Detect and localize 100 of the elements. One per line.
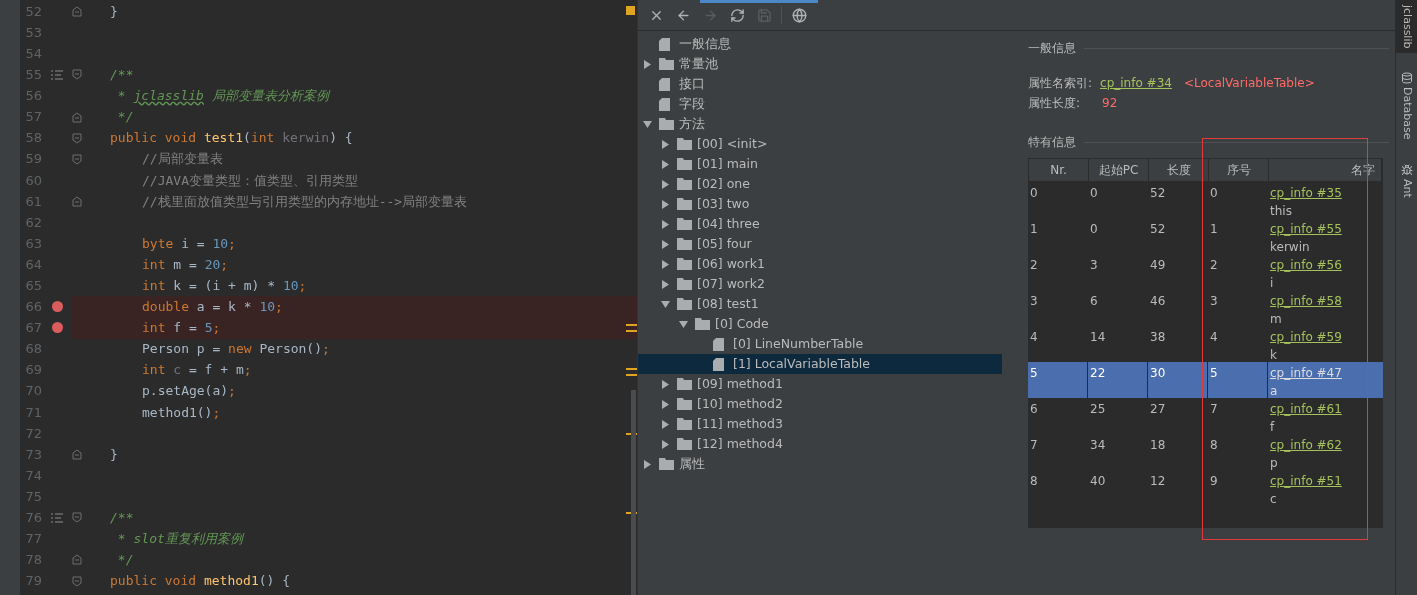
tree-item[interactable]: [03] two [638, 194, 1002, 214]
tree-item[interactable]: [04] three [638, 214, 1002, 234]
line-number: 58 [24, 129, 42, 148]
tree-item[interactable]: 一般信息 [638, 34, 1002, 54]
constant-pool-link[interactable]: cp_info #59 [1270, 328, 1342, 346]
caret-right-icon[interactable] [661, 239, 670, 249]
tree-item[interactable]: [08] test1 [638, 294, 1002, 314]
folder-icon [677, 158, 692, 170]
line-number: 60 [24, 171, 42, 190]
constant-pool-link[interactable]: cp_info #51 [1270, 472, 1342, 490]
fold-icon[interactable] [72, 69, 82, 81]
tree-item[interactable]: [01] main [638, 154, 1002, 174]
tree-item[interactable]: [09] method1 [638, 374, 1002, 394]
table-row[interactable]: 8 40 12 9 cp_info #51 c [1028, 470, 1383, 506]
column-header[interactable]: 长度 [1149, 159, 1209, 181]
variable-name: p [1270, 455, 1278, 472]
line-number: 77 [24, 530, 42, 549]
tree-item[interactable]: 接口 [638, 74, 1002, 94]
constant-pool-link[interactable]: cp_info #56 [1270, 256, 1342, 274]
line-number: 69 [24, 361, 42, 380]
table-row[interactable]: 0 0 52 0 cp_info #35 this [1028, 182, 1383, 218]
fold-icon[interactable] [72, 554, 82, 566]
tree-item[interactable]: [02] one [638, 174, 1002, 194]
breakpoint-icon[interactable] [51, 301, 63, 313]
line-number: 76 [24, 509, 42, 528]
tree-item[interactable]: [00] <init> [638, 134, 1002, 154]
caret-right-icon[interactable] [661, 439, 670, 449]
line-number: 65 [24, 277, 42, 295]
caret-right-icon[interactable] [661, 259, 670, 269]
tree-item[interactable]: [07] work2 [638, 274, 1002, 294]
caret-right-icon[interactable] [661, 179, 670, 189]
fold-icon[interactable] [72, 575, 82, 587]
line-number: 56 [24, 87, 42, 106]
tool-window-tab[interactable]: jclasslib [1396, 0, 1417, 54]
table-row[interactable]: 1 0 52 1 cp_info #55 kerwin [1028, 218, 1383, 254]
tree-item[interactable]: [06] work1 [638, 254, 1002, 274]
tree-item[interactable]: [10] method2 [638, 394, 1002, 414]
column-header[interactable]: 序号 [1209, 159, 1269, 181]
table-row[interactable]: 7 34 18 8 cp_info #62 p [1028, 434, 1383, 470]
code-line: int k = (i + m) * 10; [142, 277, 307, 295]
fold-icon[interactable] [72, 195, 82, 207]
variable-name: i [1270, 275, 1274, 292]
tool-window-tab[interactable]: Ant [1396, 158, 1417, 203]
caret-right-icon[interactable] [661, 419, 670, 429]
caret-right-icon[interactable] [661, 139, 670, 149]
constant-pool-link[interactable]: cp_info #61 [1270, 400, 1342, 418]
caret-right-icon[interactable] [661, 159, 670, 169]
tree-item[interactable]: 属性 [638, 454, 1002, 474]
table-cell: 46 [1150, 294, 1166, 308]
tree-item[interactable]: [1] LocalVariableTable [638, 354, 1002, 374]
constant-pool-link[interactable]: cp_info #34 [1100, 74, 1172, 92]
tree-item[interactable]: 字段 [638, 94, 1002, 114]
file-icon [659, 37, 670, 51]
tree-item[interactable]: 方法 [638, 114, 1002, 134]
caret-down-icon[interactable] [661, 299, 670, 309]
column-header[interactable]: Nr. [1029, 159, 1089, 181]
constant-pool-link[interactable]: cp_info #55 [1270, 220, 1342, 238]
tree-item[interactable]: [12] method4 [638, 434, 1002, 454]
caret-right-icon[interactable] [661, 379, 670, 389]
tree-item[interactable]: [11] method3 [638, 414, 1002, 434]
constant-pool-link[interactable]: cp_info #62 [1270, 436, 1342, 454]
tree-item[interactable]: [0] Code [638, 314, 1002, 334]
table-cell: 5 [1210, 366, 1218, 380]
folder-icon [677, 138, 692, 150]
table-row[interactable]: 2 3 49 2 cp_info #56 i [1028, 254, 1383, 290]
caret-down-icon[interactable] [679, 319, 688, 329]
table-row[interactable]: 5 22 30 5 cp_info #47 a [1028, 362, 1383, 398]
table-cell: 3 [1210, 294, 1218, 308]
line-number: 55 [24, 66, 42, 85]
caret-right-icon[interactable] [643, 59, 652, 69]
fold-icon[interactable] [72, 449, 82, 460]
tree-item[interactable]: 常量池 [638, 54, 1002, 74]
table-cell: 9 [1210, 474, 1218, 488]
code-line: * slot重复利用案例 [116, 530, 243, 549]
caret-right-icon[interactable] [661, 199, 670, 209]
fold-icon[interactable] [72, 111, 82, 123]
fold-icon[interactable] [72, 512, 82, 524]
tree-item[interactable]: [05] four [638, 234, 1002, 254]
tool-window-tab[interactable]: Database [1396, 67, 1417, 145]
caret-right-icon[interactable] [661, 399, 670, 409]
code-line: public void test1(int kerwin) { [110, 129, 353, 148]
fold-icon[interactable] [72, 132, 82, 144]
constant-pool-link[interactable]: cp_info #35 [1270, 184, 1342, 202]
fold-icon[interactable] [72, 6, 82, 18]
tree-item[interactable]: [0] LineNumberTable [638, 334, 1002, 354]
table-row[interactable]: 4 14 38 4 cp_info #59 k [1028, 326, 1383, 362]
caret-right-icon[interactable] [661, 219, 670, 229]
breakpoint-icon[interactable] [51, 322, 63, 334]
constant-pool-link[interactable]: cp_info #47 [1270, 364, 1342, 382]
variable-name: k [1270, 347, 1277, 364]
caret-right-icon[interactable] [661, 279, 670, 289]
folder-icon [677, 178, 692, 190]
constant-pool-link[interactable]: cp_info #58 [1270, 292, 1342, 310]
column-header[interactable]: 起始PC [1089, 159, 1149, 181]
line-number: 57 [24, 108, 42, 127]
fold-icon[interactable] [72, 153, 82, 165]
caret-right-icon[interactable] [643, 459, 652, 469]
table-row[interactable]: 3 6 46 3 cp_info #58 m [1028, 290, 1383, 326]
table-row[interactable]: 6 25 27 7 cp_info #61 f [1028, 398, 1383, 434]
caret-down-icon[interactable] [643, 119, 652, 129]
